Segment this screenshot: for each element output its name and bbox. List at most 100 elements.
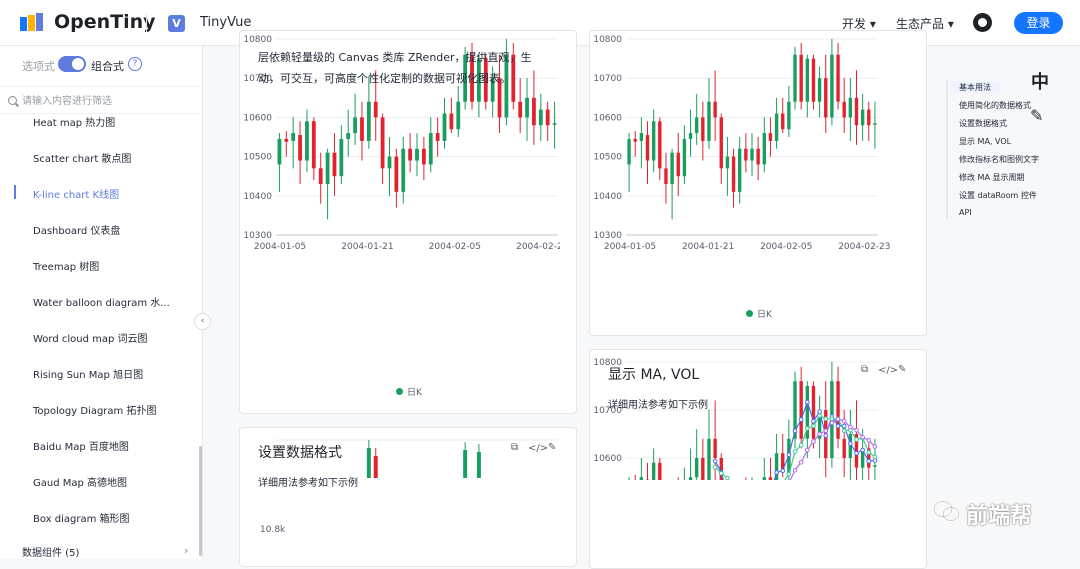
toc-item[interactable]: 修改指标名和图例文字 [959,154,1039,165]
candle-body [546,110,550,126]
candle-body [518,102,522,118]
candle-body [689,477,692,480]
x-tick-label: 2004-01-21 [341,242,393,252]
candle-body [394,157,398,192]
card-title: 设置数据格式 [258,442,342,462]
magic-wand-icon[interactable]: ✎ [1030,106,1043,125]
y-tick-label: 10300 [593,231,622,241]
ma-point [824,429,828,433]
candle-body [634,139,637,142]
card-subtitle: 详细用法参考如下示例 [258,474,358,489]
candle-body [849,98,852,118]
y-tick-label: 10500 [243,153,272,163]
toc-item[interactable]: 设置 dataRoom 控件 [959,190,1037,201]
ma-point [824,434,828,438]
legend-marker[interactable] [746,310,753,317]
candle-body [291,133,295,141]
collapse-sidebar-button[interactable]: ‹ [194,313,211,330]
x-tick-label: 2004-02-05 [429,242,481,252]
candle-body [477,452,481,478]
toc-item[interactable]: 显示 MA, VOL [959,136,1011,147]
toc-item[interactable]: 设置数据格式 [959,118,1007,129]
sidebar-item-kline[interactable]: K-line chart K线图 [33,186,119,201]
demo-card-basic: 层依赖轻量级的 Canvas 类库 ZRender，提供直观，生 动，可交互，可… [239,30,577,414]
candle-body [346,133,350,139]
ma-point [836,417,840,421]
sidebar-item-wordcloud[interactable]: Word cloud map 词云图 [33,330,148,345]
candle-body [701,117,704,141]
sidebar-item-dashboard[interactable]: Dashboard 仪表盘 [33,222,120,237]
copy-icon[interactable]: ⧉ [861,364,868,375]
legend-label[interactable]: 日K [757,307,772,320]
sidebar-item-boxplot[interactable]: Box diagram 箱形图 [33,510,130,525]
tinyvue-logo-icon[interactable]: V [168,15,185,32]
opentiny-logo-icon[interactable] [20,13,44,33]
product-name[interactable]: TinyVue [200,15,251,30]
sidebar-scrollbar[interactable] [199,446,202,556]
candle-body [818,78,821,102]
ma-point [812,440,816,444]
code-icon[interactable]: </> [528,443,548,454]
candle-body [298,135,302,160]
candle-body [415,149,419,161]
candle-body [677,153,680,177]
edit-icon[interactable]: ✎ [548,442,556,453]
sidebar: 选项式 组合式 ? Heat map 热力图 Scatter chart 散点图… [0,46,203,559]
candle-body [855,98,858,125]
candle-body [812,386,815,439]
ma-point [830,417,834,421]
help-icon[interactable]: ? [128,57,142,71]
sidebar-item-heatmap[interactable]: Heat map 热力图 [33,114,115,129]
sidebar-group-data[interactable]: 数据组件 (5) [22,544,79,559]
ma-point [830,421,834,425]
candle-body [775,113,778,140]
edit-icon[interactable]: ✎ [898,364,906,375]
candle-body [713,102,716,118]
api-style-toggle[interactable] [58,56,86,72]
sidebar-item-scatter[interactable]: Scatter chart 散点图 [33,150,131,165]
composition-api-label[interactable]: 组合式 [91,58,124,74]
candle-body [695,117,698,133]
ma-point [855,451,859,455]
toc-item[interactable]: 使用简化的数据格式 [959,100,1031,111]
options-api-label[interactable]: 选项式 [22,58,55,74]
candle-body [553,123,557,125]
card-description-line2: 动，可交互，可高度个性化定制的数据可视化图表。 [258,72,511,85]
sidebar-item-baidu-map[interactable]: Baidu Map 百度地图 [33,438,129,453]
code-icon[interactable]: </> [878,365,898,376]
search-input[interactable] [22,93,192,109]
ma-point [793,429,797,433]
candle-body [799,381,802,439]
language-switch[interactable]: 中 [1031,68,1049,94]
login-button[interactable]: 登录 [1014,12,1063,34]
x-tick-label: 2004-02-05 [760,242,812,252]
candle-body [640,477,643,480]
toc-item[interactable]: 基本用法 [959,82,991,93]
candle-body [707,439,710,480]
github-icon[interactable] [973,13,992,32]
candle-body [353,117,357,133]
sidebar-item-gaud-map[interactable]: Gaud Map 高德地图 [33,474,127,489]
sidebar-item-sunburst[interactable]: Rising Sun Map 旭日图 [33,366,143,381]
legend-label[interactable]: 日K [407,385,422,398]
sidebar-item-liquidfill[interactable]: Water balloon diagram 水... [33,294,170,309]
ma-point [787,472,791,476]
brand-name[interactable]: OpenTiny [54,11,156,33]
y-tick-label: 10400 [593,192,622,202]
sidebar-item-treemap[interactable]: Treemap 树图 [33,258,99,273]
toc-item[interactable]: 修改 MA 显示周期 [959,172,1024,183]
demo-card-ma-vol: 显示 MA, VOL ⧉ </> ✎ 详细用法参考如下示例 1080010700… [589,349,927,569]
candle-body [646,135,649,160]
toc-item[interactable]: API [959,208,972,217]
legend-marker[interactable] [396,388,403,395]
ma-point [849,425,853,429]
candle-body [367,102,371,141]
chevron-right-icon[interactable]: › [184,544,188,557]
x-tick-label: 2004-01-05 [254,242,306,252]
ma-point [719,471,723,475]
sidebar-item-topology[interactable]: Topology Diagram 拓扑图 [33,402,156,417]
copy-icon[interactable]: ⧉ [511,442,518,453]
candle-body [627,139,630,164]
candle-body [670,153,673,184]
ma-point [818,410,822,414]
